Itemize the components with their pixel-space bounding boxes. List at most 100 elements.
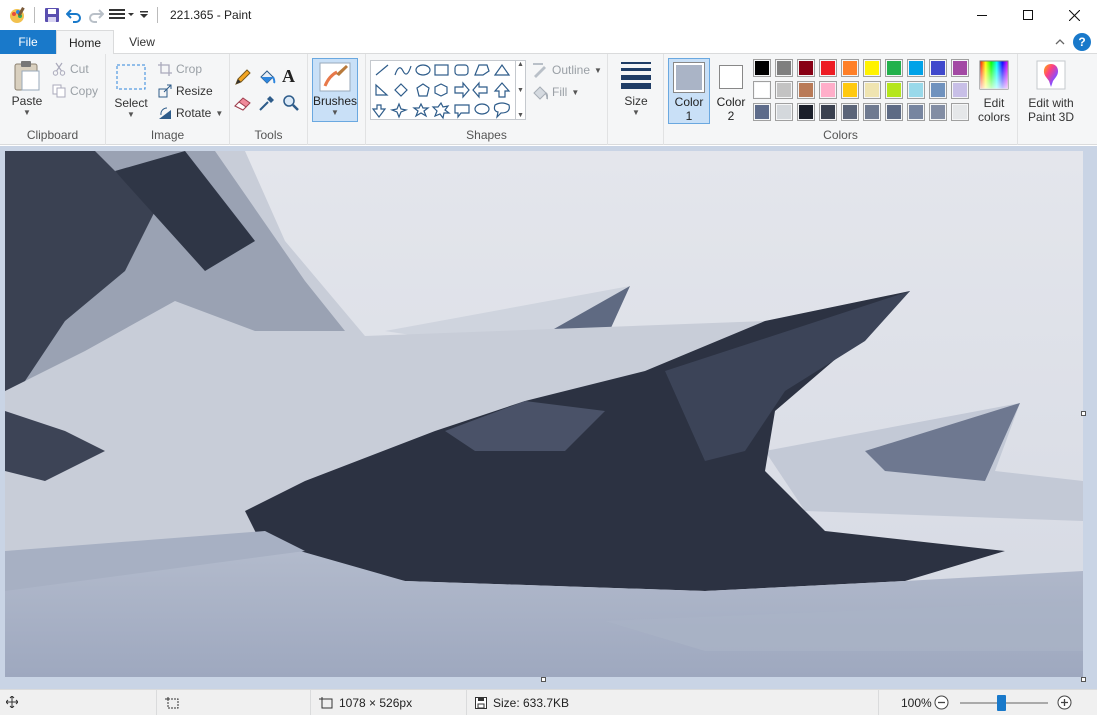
palette-swatch[interactable] [841,81,859,99]
zoom-in-button[interactable] [1057,695,1072,713]
palette-swatch[interactable] [819,81,837,99]
palette-swatch[interactable] [885,59,903,77]
fill-button[interactable]: Fill ▼ [532,84,579,100]
palette-swatch[interactable] [775,81,793,99]
palette-swatch[interactable] [753,81,771,99]
window-controls [959,0,1097,30]
palette-swatch[interactable] [929,103,947,121]
tab-file[interactable]: File [0,30,56,54]
paint-app-icon[interactable] [6,4,28,26]
scroll-up-icon[interactable]: ▲ [517,61,524,68]
cut-button[interactable]: Cut [52,62,89,76]
customize-toolbar-icon[interactable] [137,4,151,26]
palette-swatch[interactable] [819,59,837,77]
drawing-canvas[interactable] [5,151,1083,677]
palette-swatch[interactable] [951,59,969,77]
palette-swatch-color [953,61,967,75]
palette-swatch[interactable] [951,103,969,121]
palette-swatch-color [931,61,945,75]
palette-swatch[interactable] [907,81,925,99]
resize-handle-right[interactable] [1081,411,1086,416]
palette-swatch[interactable] [863,103,881,121]
zoom-slider-thumb[interactable] [997,695,1007,711]
edit-with-paint3d-button[interactable]: Edit with Paint 3D [1022,60,1080,124]
fill-icon [533,86,548,100]
palette-swatch[interactable] [863,59,881,77]
brushes-label: Brushes [312,94,358,108]
shapes-scroll[interactable]: ▲ ▼ ▼ [516,60,526,120]
copy-icon [52,84,66,98]
color2-button[interactable]: Color 2 [712,58,750,124]
tab-home[interactable]: Home [56,30,114,55]
expand-gallery-icon[interactable]: ▼ [517,112,524,119]
palette-swatch-color [843,105,857,119]
palette-swatch-color [821,105,835,119]
palette-swatch[interactable] [907,59,925,77]
outline-button[interactable]: Outline ▼ [532,62,602,78]
undo-icon[interactable] [63,4,85,26]
clipboard-group-label: Clipboard [26,128,79,142]
dropdown-arrow-icon: ▼ [632,108,640,117]
palette-swatch[interactable] [819,103,837,121]
resize-handle-bottom[interactable] [541,677,546,682]
palette-swatch[interactable] [907,103,925,121]
zoom-out-button[interactable] [934,695,949,713]
paste-button[interactable]: Paste ▼ [8,60,46,117]
minimize-button[interactable] [959,0,1005,30]
palette-swatch[interactable] [753,59,771,77]
palette-swatch[interactable] [797,103,815,121]
redo-icon[interactable] [85,4,107,26]
palette-swatch-color [843,83,857,97]
palette-swatch[interactable] [775,103,793,121]
fill-bucket-icon[interactable] [258,68,278,88]
palette-swatch[interactable] [753,103,771,121]
palette-swatch[interactable] [885,81,903,99]
palette-swatch[interactable] [797,81,815,99]
palette-swatch[interactable] [841,103,859,121]
copy-label: Copy [70,84,99,98]
landscape-painting [5,151,1083,677]
crop-button[interactable]: Crop [158,62,202,76]
help-icon[interactable]: ? [1073,33,1091,51]
palette-swatch[interactable] [863,81,881,99]
scroll-down-icon[interactable]: ▼ [517,87,524,94]
resize-button[interactable]: Resize [158,84,213,98]
edit-colors-button[interactable]: Edit colors [974,60,1014,124]
pencil-icon[interactable] [234,68,254,88]
palette-swatch[interactable] [929,81,947,99]
collapse-ribbon-icon[interactable] [1055,35,1065,49]
edit-colors-label-2: colors [977,110,1010,124]
properties-icon[interactable] [107,4,137,26]
select-button[interactable]: Select ▼ [112,64,150,119]
size-button[interactable]: Size ▼ [614,60,658,117]
shapes-gallery[interactable] [370,60,516,120]
quick-access-toolbar [0,0,164,30]
color1-button[interactable]: Color 1 [668,58,710,124]
brushes-button[interactable]: Brushes ▼ [312,58,358,122]
palette-swatch[interactable] [885,103,903,121]
dropdown-arrow-icon: ▼ [215,108,224,118]
crop-label: Crop [176,62,203,76]
copy-button[interactable]: Copy [52,84,98,98]
magnifier-icon[interactable] [282,94,302,114]
palette-swatch[interactable] [951,81,969,99]
shapes-group: ▲ ▼ ▼ Outline ▼ Fill ▼ Shapes [366,54,608,145]
rotate-button[interactable]: Rotate ▼ [158,106,223,120]
maximize-button[interactable] [1005,0,1051,30]
color2-label: Color [716,95,746,109]
palette-swatch[interactable] [841,59,859,77]
zoom-slider[interactable] [960,695,1048,711]
palette-swatch[interactable] [775,59,793,77]
palette-swatch[interactable] [929,59,947,77]
resize-handle-corner[interactable] [1081,677,1086,682]
tab-view[interactable]: View [118,30,166,54]
palette-swatch[interactable] [797,59,815,77]
maximize-icon [1023,10,1033,20]
save-icon[interactable] [41,4,63,26]
brush-icon [319,62,351,92]
color-picker-icon[interactable] [258,94,278,114]
palette-swatch-color [865,61,879,75]
eraser-icon[interactable] [234,94,254,114]
close-button[interactable] [1051,0,1097,30]
text-tool-icon[interactable]: A [282,66,302,86]
